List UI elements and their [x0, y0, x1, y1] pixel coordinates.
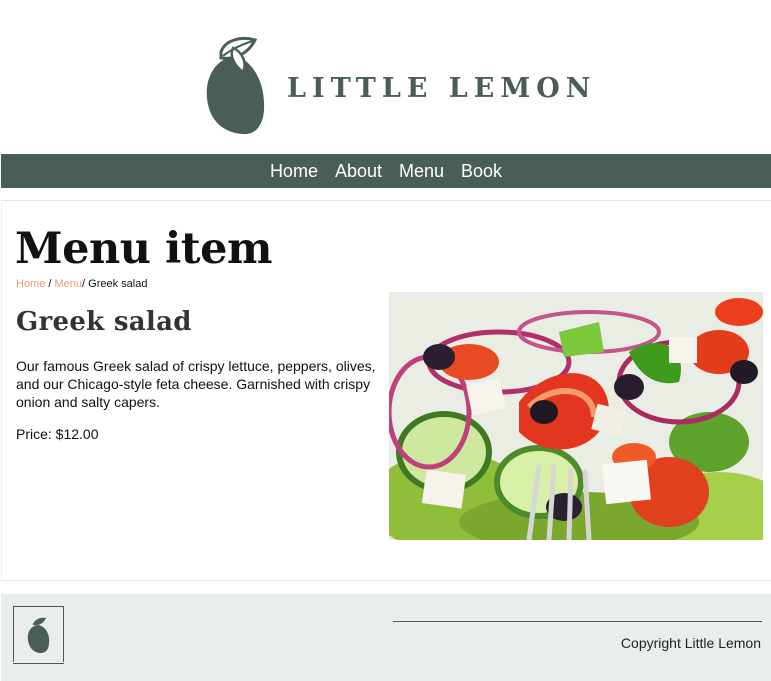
copyright-text: Copyright Little Lemon: [620, 635, 761, 651]
nav-menu-link[interactable]: Menu: [399, 161, 444, 182]
breadcrumb-current: Greek salad: [88, 278, 148, 290]
lemon-icon: [206, 37, 265, 135]
breadcrumb-home-link[interactable]: Home: [16, 278, 45, 290]
nav-book-link[interactable]: Book: [461, 161, 502, 182]
greek-salad-image: [389, 292, 763, 540]
breadcrumb: Home / Menu/ Greek salad: [16, 278, 147, 290]
breadcrumb-menu-link[interactable]: Menu: [55, 278, 83, 290]
footer-logo[interactable]: [13, 606, 64, 662]
lemon-icon: [27, 617, 49, 653]
footer-divider: [393, 621, 762, 622]
nav-home-link[interactable]: Home: [270, 161, 318, 182]
site-header: LITTLE LEMON: [0, 0, 771, 153]
brand-logo[interactable]: LITTLE LEMON: [203, 34, 596, 138]
footer-logo-underline: [13, 663, 64, 664]
dish-price: Price: $12.00: [16, 426, 99, 442]
site-footer: Copyright Little Lemon: [1, 594, 771, 681]
breadcrumb-separator: /: [45, 278, 55, 290]
dish-title: Greek salad: [16, 307, 192, 337]
nav-about-link[interactable]: About: [335, 161, 382, 182]
menu-item-section: Menu item Home / Menu/ Greek salad Greek…: [1, 200, 771, 581]
dish-description: Our famous Greek salad of crispy lettuce…: [16, 358, 376, 410]
page-title: Menu item: [15, 224, 273, 274]
brand-name: LITTLE LEMON: [287, 72, 597, 104]
main-nav: Home About Menu Book: [1, 154, 771, 188]
